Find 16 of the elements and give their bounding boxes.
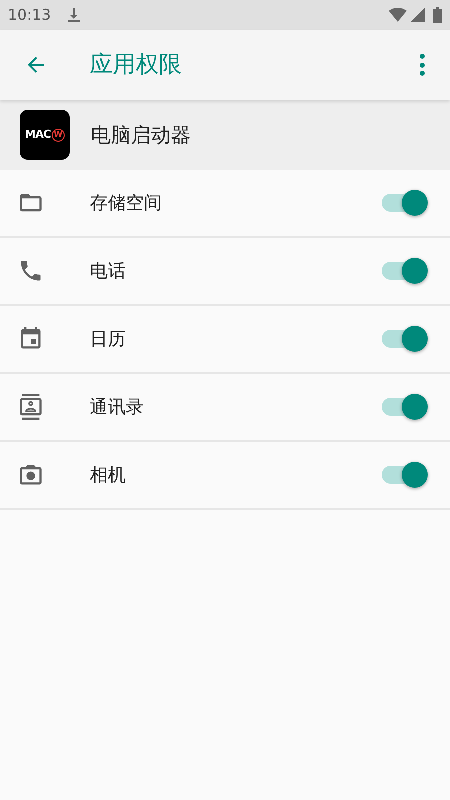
permission-label: 存储空间 [90, 192, 163, 216]
battery-icon [433, 7, 442, 23]
logo-text: MAC [25, 126, 51, 143]
download-icon [67, 8, 82, 22]
permission-label: 相机 [90, 464, 127, 488]
signal-icon [411, 8, 425, 22]
more-options-icon[interactable] [418, 54, 426, 76]
permission-label: 通讯录 [90, 396, 145, 420]
page-title: 应用权限 [90, 50, 183, 80]
permission-label: 电话 [90, 260, 127, 284]
logo-mark: W [52, 128, 65, 142]
contacts-icon [18, 394, 44, 420]
status-time: 10:13 [8, 4, 52, 26]
permission-label: 日历 [90, 328, 127, 352]
wifi-icon [389, 8, 407, 22]
app-name: 电脑启动器 [91, 122, 191, 149]
